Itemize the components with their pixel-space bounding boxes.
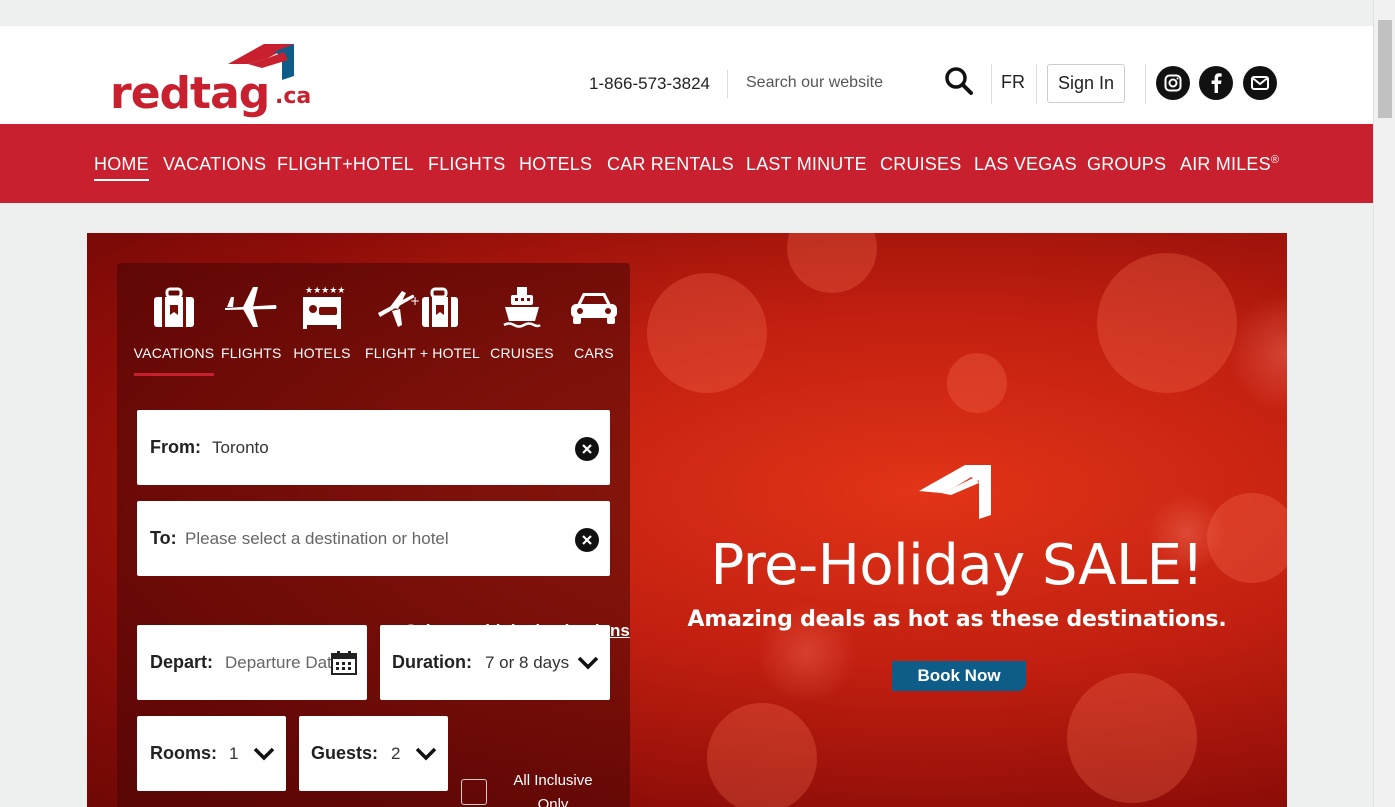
divider [727, 70, 728, 98]
to-field[interactable]: To: Please select a destination or hotel [137, 501, 610, 576]
duration-select[interactable]: Duration: 7 or 8 days [380, 625, 610, 700]
depart-label: Depart: [150, 652, 214, 672]
tab-hotels-label: HOTELS [293, 345, 351, 361]
divider [1036, 64, 1037, 104]
tab-cars-label: CARS [574, 345, 614, 361]
nav-flight-hotel[interactable]: FLIGHT+HOTEL [277, 154, 414, 175]
rooms-value: 1 [229, 743, 239, 763]
clear-from-button[interactable] [575, 437, 599, 461]
instagram-icon [1164, 74, 1182, 92]
depart-placeholder[interactable]: Departure Date [225, 625, 331, 700]
promo-subtitle: Amazing deals as hot as these destinatio… [687, 607, 1227, 632]
top-strip [0, 0, 1373, 26]
bokeh [1097, 253, 1237, 393]
close-icon [582, 444, 592, 454]
all-inclusive-label: All Inclusive Only [513, 772, 593, 807]
tab-vacations-label: VACATIONS [133, 345, 215, 361]
email-button[interactable] [1243, 66, 1277, 100]
guests-select[interactable]: Guests: 2 [299, 716, 448, 791]
depart-field[interactable]: Depart: Departure Date [137, 625, 367, 700]
phone-number[interactable]: 1-866-573-3824 [589, 74, 710, 94]
chevron-down-icon [253, 747, 275, 761]
bokeh [707, 703, 817, 807]
search-input[interactable] [746, 70, 926, 96]
instagram-button[interactable] [1156, 66, 1190, 100]
to-label: To: [150, 528, 177, 548]
page-scrollbar[interactable] [1373, 0, 1395, 807]
search-icon [945, 67, 973, 95]
tab-cruises[interactable]: CRUISES [489, 283, 555, 361]
book-now-button[interactable]: Book Now [892, 661, 1026, 691]
all-inclusive-checkbox[interactable] [461, 779, 487, 805]
svg-text:★★★★★: ★★★★★ [305, 286, 345, 296]
nav-cruises[interactable]: CRUISES [880, 154, 961, 175]
flight-hotel-icon: + [378, 287, 458, 327]
nav-flights[interactable]: FLIGHTS [428, 154, 505, 175]
redtag-roof-logo [919, 465, 991, 519]
main-nav: HOME VACATIONS FLIGHT+HOTEL FLIGHTS HOTE… [0, 124, 1373, 203]
chevron-down-icon [415, 747, 437, 761]
nav-air-miles-label: AIR MILES [1180, 154, 1271, 174]
tab-flights[interactable]: FLIGHTS [221, 283, 282, 361]
site-header: redtag .ca 1-866-573-3824 FR Sign In [0, 26, 1373, 124]
bokeh [947, 353, 1007, 413]
calendar-icon[interactable] [331, 651, 357, 675]
logo-tld: .ca [275, 84, 312, 109]
from-value[interactable]: Toronto [212, 410, 269, 485]
divider [1145, 64, 1146, 104]
tab-hotels[interactable]: ★★★★★ HOTELS [291, 283, 353, 361]
rooms-select[interactable]: Rooms: 1 [137, 716, 286, 791]
nav-groups[interactable]: GROUPS [1087, 154, 1166, 175]
rooms-label: Rooms: [150, 743, 217, 763]
hero-banner: VACATIONS FLIGHTS ★★★★★ HOTELS + FLIGHT … [87, 233, 1287, 807]
svg-text:+: + [410, 294, 420, 308]
registered-mark: ® [1270, 154, 1280, 166]
nav-last-minute[interactable]: LAST MINUTE [746, 154, 867, 175]
bokeh [1067, 673, 1197, 803]
facebook-icon [1211, 73, 1222, 93]
tab-vacations[interactable]: VACATIONS [133, 283, 215, 361]
to-placeholder[interactable]: Please select a destination or hotel [185, 501, 449, 576]
nav-las-vegas[interactable]: LAS VEGAS [974, 154, 1077, 175]
nav-home[interactable]: HOME [94, 154, 149, 181]
chevron-down-icon [577, 656, 599, 670]
facebook-button[interactable] [1199, 66, 1233, 100]
bokeh [647, 273, 767, 393]
plane-icon [225, 287, 277, 327]
tab-flight-hotel-label: FLIGHT + HOTEL [365, 345, 480, 361]
duration-value: 7 or 8 days [485, 652, 570, 672]
search-panel: VACATIONS FLIGHTS ★★★★★ HOTELS + FLIGHT … [117, 263, 630, 807]
car-icon [571, 293, 617, 324]
hotel-bed-icon: ★★★★★ [303, 286, 345, 329]
redtag-logo[interactable]: redtag .ca [110, 40, 312, 120]
promo-title: Pre-Holiday SALE! [710, 533, 1204, 598]
nav-vacations[interactable]: VACATIONS [163, 154, 266, 175]
tab-flights-label: FLIGHTS [221, 345, 282, 361]
suitcase-icon [154, 287, 194, 327]
divider [991, 64, 992, 104]
tab-flight-hotel[interactable]: + FLIGHT + HOTEL [365, 283, 480, 361]
guests-label: Guests: [311, 743, 379, 763]
bokeh [787, 233, 877, 293]
nav-hotels[interactable]: HOTELS [519, 154, 592, 175]
duration-label: Duration: [392, 652, 472, 672]
email-icon [1251, 76, 1269, 90]
tab-cruises-label: CRUISES [490, 345, 554, 361]
from-label: From: [150, 437, 201, 457]
search-button[interactable] [944, 66, 976, 98]
sign-in-button[interactable]: Sign In [1047, 64, 1125, 103]
language-toggle[interactable]: FR [1001, 72, 1025, 93]
tab-cars[interactable]: CARS [565, 283, 623, 361]
active-tab-indicator [134, 373, 214, 376]
from-field[interactable]: From: Toronto [137, 410, 610, 485]
clear-to-button[interactable] [575, 528, 599, 552]
guests-value: 2 [391, 743, 401, 763]
cruise-ship-icon [503, 287, 541, 328]
logo-text: redtag [110, 68, 270, 119]
close-icon [582, 535, 592, 545]
nav-air-miles[interactable]: AIR MILES® [1180, 154, 1279, 175]
nav-car-rentals[interactable]: CAR RENTALS [607, 154, 734, 175]
scrollbar-thumb[interactable] [1378, 20, 1392, 118]
